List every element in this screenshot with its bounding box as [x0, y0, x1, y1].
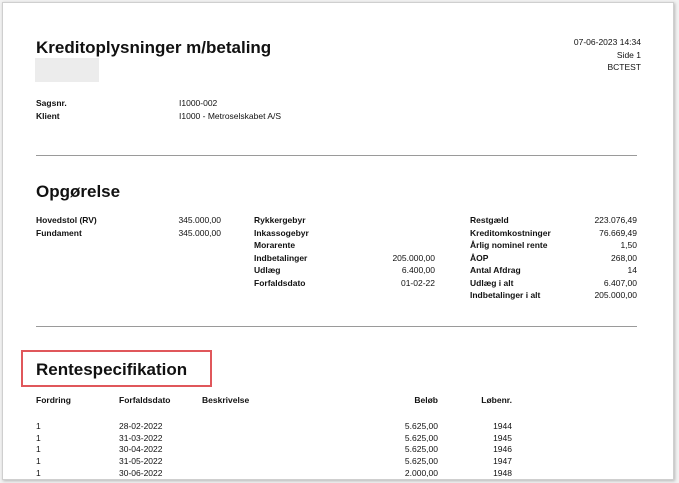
rykkergebyr-value — [353, 214, 435, 227]
aop-value: 268,00 — [611, 252, 637, 263]
kreditomkostninger-label: Kreditomkostninger — [470, 227, 551, 238]
restgaeld-label: Restgæld — [470, 215, 509, 225]
col-header-forfaldsdato: Forfaldsdato — [119, 395, 171, 405]
table-spacer-row — [36, 407, 512, 421]
table-row: 1 30-04-2022 5.625,00 1946 — [36, 444, 512, 456]
cell-forfaldsdato: 31-03-2022 — [119, 432, 163, 443]
forfaldsdato-value: 01-02-22 — [400, 277, 435, 288]
cell-beskrivelse — [202, 444, 352, 456]
cell-belob: 2.000,00 — [404, 467, 438, 478]
cell-fordring: 1 — [36, 432, 41, 443]
divider-2 — [36, 326, 637, 327]
header-meta: 07-06-2023 14:34 Side 1 BCTEST — [521, 36, 641, 74]
cell-belob: 5.625,00 — [404, 432, 438, 443]
table-row: 1 30-06-2022 2.000,00 1948 — [36, 467, 512, 479]
cell-forfaldsdato: 31-05-2022 — [119, 456, 163, 467]
antal-afdrag-label: Antal Afdrag — [470, 265, 521, 275]
cell-belob: 5.625,00 — [404, 456, 438, 467]
kreditomkostninger-value: 76.669,49 — [599, 227, 637, 238]
cell-fordring: 1 — [36, 467, 41, 478]
cell-beskrivelse — [202, 433, 352, 445]
cell-lobenr: 1947 — [493, 456, 512, 467]
indbetalinger-i-alt-label: Indbetalinger i alt — [470, 290, 541, 300]
cell-beskrivelse — [202, 421, 352, 433]
cell-lobenr: 1948 — [493, 467, 512, 478]
table-row: 1 31-05-2022 5.625,00 1947 — [36, 456, 512, 468]
table-header-row: Fordring Forfaldsdato Beskrivelse Beløb … — [36, 395, 512, 407]
opgorelse-col1-labels: Hovedstol (RV) Fundament — [36, 214, 97, 239]
opgorelse-heading: Opgørelse — [36, 182, 121, 201]
rykkergebyr-label: Rykkergebyr — [254, 215, 306, 225]
col-header-fordring: Fordring — [36, 395, 71, 405]
rentespec-heading: Rentespecifikation — [36, 360, 188, 379]
udlaeg-i-alt-value: 6.407,00 — [603, 277, 637, 288]
table-row: 1 28-02-2022 5.625,00 1944 — [36, 421, 512, 433]
udlaeg-value: 6.400,00 — [401, 265, 435, 275]
case-values: I1000-002 I1000 - Metroselskabet A/S — [179, 97, 281, 122]
report-title: Kreditoplysninger m/betaling — [36, 38, 272, 57]
page-number: Side 1 — [616, 49, 641, 60]
udlaeg-label: Udlæg — [254, 265, 281, 275]
nominel-rente-label: Årlig nominel rente — [470, 240, 548, 250]
redacted-logo — [35, 58, 99, 82]
cell-fordring: 1 — [36, 456, 41, 467]
cell-beskrivelse — [202, 456, 352, 468]
rentespec-table: Fordring Forfaldsdato Beskrivelse Beløb … — [36, 395, 512, 479]
cell-lobenr: 1946 — [493, 444, 512, 455]
forfaldsdato-label: Forfaldsdato — [254, 277, 306, 288]
opgorelse-col2-labels: Rykkergebyr Inkassogebyr Morarente Indbe… — [254, 214, 309, 289]
inkassogebyr-value — [353, 227, 435, 240]
opgorelse-col1-values: 345.000,00 345.000,00 — [143, 214, 221, 239]
case-labels: Sagsnr. Klient — [36, 97, 67, 122]
morarente-value — [353, 239, 435, 252]
opgorelse-col3-labels: Restgæld Kreditomkostninger Årlig nomine… — [470, 214, 551, 302]
cell-forfaldsdato: 30-04-2022 — [119, 444, 163, 455]
cell-belob: 5.625,00 — [404, 420, 438, 431]
hovedstol-label: Hovedstol (RV) — [36, 215, 97, 225]
cell-lobenr: 1944 — [493, 420, 512, 431]
restgaeld-value: 223.076,49 — [594, 215, 637, 225]
morarente-label: Morarente — [254, 240, 296, 250]
hovedstol-value: 345.000,00 — [178, 215, 221, 225]
aop-label: ÅOP — [470, 252, 489, 263]
col-header-belob: Beløb — [414, 395, 438, 405]
divider-1 — [36, 155, 637, 156]
udlaeg-i-alt-label: Udlæg i alt — [470, 277, 514, 288]
print-datetime: 07-06-2023 14:34 — [573, 37, 641, 47]
nominel-rente-value: 1,50 — [620, 240, 637, 250]
cell-lobenr: 1945 — [493, 432, 512, 443]
indbetalinger-value: 205.000,00 — [392, 252, 435, 263]
cell-forfaldsdato: 30-06-2022 — [119, 467, 163, 478]
cell-belob: 5.625,00 — [404, 444, 438, 455]
cell-fordring: 1 — [36, 444, 41, 455]
col-header-lobenr: Løbenr. — [481, 395, 512, 405]
table-row: 1 31-03-2022 5.625,00 1945 — [36, 433, 512, 445]
cell-forfaldsdato: 28-02-2022 — [119, 420, 163, 431]
sagsnr-label: Sagsnr. — [36, 98, 67, 108]
indbetalinger-i-alt-value: 205.000,00 — [594, 290, 637, 300]
indbetalinger-label: Indbetalinger — [254, 252, 308, 263]
klient-label: Klient — [36, 110, 60, 121]
klient-value: I1000 - Metroselskabet A/S — [179, 110, 282, 121]
opgorelse-col3-values: 223.076,49 76.669,49 1,50 268,00 14 6.40… — [563, 214, 637, 302]
antal-afdrag-value: 14 — [627, 265, 637, 275]
sagsnr-value: I1000-002 — [179, 98, 218, 108]
fundament-value: 345.000,00 — [178, 227, 221, 238]
cell-fordring: 1 — [36, 420, 41, 431]
cell-beskrivelse — [202, 468, 352, 479]
company-code: BCTEST — [607, 62, 641, 72]
inkassogebyr-label: Inkassogebyr — [254, 227, 309, 238]
opgorelse-col2-values: 205.000,00 6.400,00 01-02-22 — [353, 214, 435, 289]
report-page: Kreditoplysninger m/betaling 07-06-2023 … — [2, 2, 674, 480]
fundament-label: Fundament — [36, 227, 82, 238]
col-header-beskrivelse: Beskrivelse — [202, 395, 250, 405]
